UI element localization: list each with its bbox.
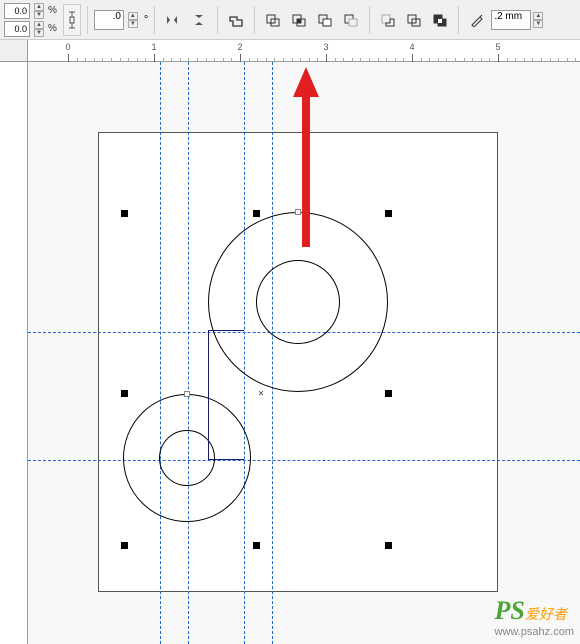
scale-y-spin[interactable]: ▲▼ xyxy=(34,21,44,37)
ruler-horizontal[interactable]: 012345 xyxy=(28,40,580,62)
simplify-button[interactable] xyxy=(313,8,337,32)
canvas[interactable]: × xyxy=(28,62,580,644)
watermark-url: www.psahz.com xyxy=(495,626,574,638)
watermark-brand-en: PS xyxy=(495,596,525,625)
separator xyxy=(87,6,88,34)
selection-handle[interactable] xyxy=(253,210,260,217)
outline-width-input[interactable]: .2 mm xyxy=(491,10,531,30)
separator xyxy=(217,6,218,34)
ruler-corner xyxy=(0,40,28,62)
node-marker[interactable] xyxy=(295,209,301,215)
property-bar: 0.0 ▲▼ % 0.0 ▲▼ % .0 ▲▼ ° xyxy=(0,0,580,40)
guide-horizontal[interactable] xyxy=(28,460,580,461)
selection-handle[interactable] xyxy=(121,390,128,397)
rotation-group: .0 ▲▼ ° xyxy=(94,10,148,30)
selection-handle[interactable] xyxy=(385,210,392,217)
watermark: PS爱好者 www.psahz.com xyxy=(495,596,574,638)
selection-handle[interactable] xyxy=(121,542,128,549)
percent-label-2: % xyxy=(48,23,57,34)
scale-y-input[interactable]: 0.0 xyxy=(4,21,30,37)
combine-button[interactable] xyxy=(428,8,452,32)
weld-button[interactable] xyxy=(224,8,248,32)
watermark-brand-cn: 爱好者 xyxy=(525,606,567,622)
outline-spin[interactable]: ▲▼ xyxy=(533,12,543,28)
rotation-input[interactable]: .0 xyxy=(94,10,124,30)
mirror-vertical-button[interactable] xyxy=(187,8,211,32)
selection-center-marker: × xyxy=(258,389,264,400)
rotation-spin[interactable]: ▲▼ xyxy=(128,12,138,28)
selection-handle[interactable] xyxy=(121,210,128,217)
separator xyxy=(154,6,155,34)
selection-handle[interactable] xyxy=(253,542,260,549)
separator xyxy=(369,6,370,34)
create-boundary-button[interactable] xyxy=(402,8,426,32)
front-minus-back-button[interactable] xyxy=(339,8,363,32)
selection-handle[interactable] xyxy=(385,390,392,397)
ruler-vertical[interactable] xyxy=(0,62,28,644)
degree-icon: ° xyxy=(144,14,148,26)
mirror-horizontal-button[interactable] xyxy=(161,8,185,32)
scale-x-spin[interactable]: ▲▼ xyxy=(34,3,44,19)
circle-small-inner[interactable] xyxy=(159,430,215,486)
node-marker[interactable] xyxy=(184,391,190,397)
separator xyxy=(254,6,255,34)
guide-vertical[interactable] xyxy=(160,62,161,644)
back-minus-front-button[interactable] xyxy=(376,8,400,32)
guide-vertical[interactable] xyxy=(188,62,189,644)
trim-button[interactable] xyxy=(261,8,285,32)
intersect-button[interactable] xyxy=(287,8,311,32)
separator xyxy=(458,6,459,34)
connector-shape[interactable] xyxy=(208,330,244,460)
outline-pen-button[interactable] xyxy=(465,8,489,32)
percent-label: % xyxy=(48,5,57,16)
circle-large-inner[interactable] xyxy=(256,260,340,344)
lock-ratio-button[interactable] xyxy=(63,4,81,36)
scale-group: 0.0 ▲▼ % 0.0 ▲▼ % xyxy=(4,3,57,37)
scale-x-input[interactable]: 0.0 xyxy=(4,3,30,19)
selection-handle[interactable] xyxy=(385,542,392,549)
